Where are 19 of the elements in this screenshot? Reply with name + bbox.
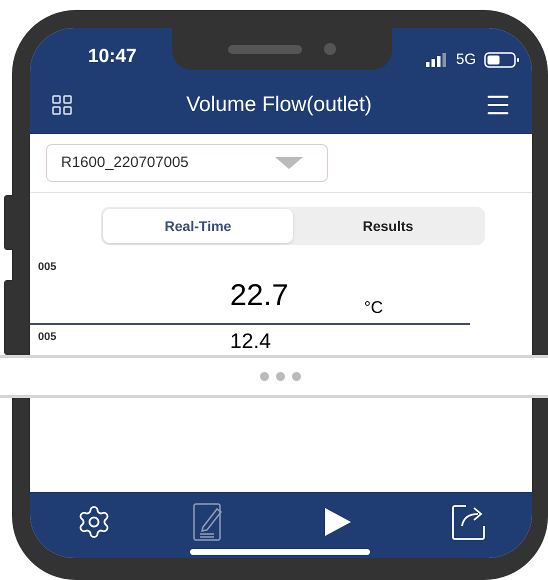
channel-label: 005 xyxy=(38,330,56,345)
channel-label: 005 xyxy=(38,260,56,275)
grid-icon[interactable] xyxy=(50,92,74,116)
share-icon[interactable] xyxy=(452,504,488,540)
battery-icon xyxy=(484,52,520,68)
reading-value: 12.4 xyxy=(230,331,271,352)
camera xyxy=(324,43,336,55)
network-label: 5G xyxy=(456,50,476,70)
status-time: 10:47 xyxy=(88,44,137,68)
edit-document-icon[interactable] xyxy=(192,503,225,541)
header-title: Volume Flow(outlet) xyxy=(186,92,372,118)
segment-tab[interactable]: Real-Time xyxy=(103,209,293,243)
device-dropdown[interactable]: R1600_220707005 xyxy=(46,144,328,182)
play-icon[interactable] xyxy=(325,508,352,536)
unit-label: °C xyxy=(364,297,384,319)
signal-icon xyxy=(426,52,448,67)
reading-value: 22.7 xyxy=(230,278,288,314)
caret-icon xyxy=(275,157,303,169)
segment-tab[interactable]: Results xyxy=(293,209,483,243)
